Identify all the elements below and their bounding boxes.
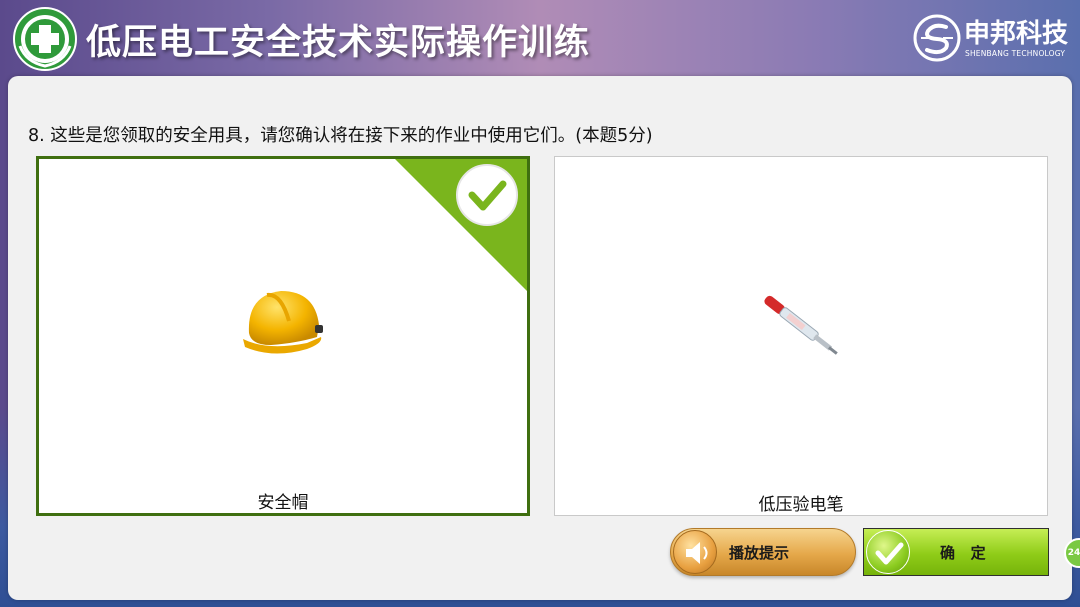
option-card-helmet[interactable]: 安全帽 xyxy=(36,156,530,516)
option-label-helmet: 安全帽 xyxy=(257,493,309,513)
play-hint-label: 播放提示 xyxy=(729,544,790,562)
confirm-button[interactable]: 确 定 xyxy=(863,528,1049,576)
selected-check-icon xyxy=(395,159,527,291)
voltage-tester-pen-image xyxy=(764,295,838,355)
safety-helmet-image xyxy=(243,291,323,354)
play-hint-button[interactable]: 播放提示 xyxy=(670,528,856,576)
question-panel: 8. 这些是您领取的安全用具，请您确认将在接下来的作业中使用它们。(本题5分) … xyxy=(8,76,1072,600)
check-icon xyxy=(866,530,910,574)
speaker-icon xyxy=(673,530,717,574)
confirm-label: 确 定 xyxy=(940,544,986,562)
app-header: 低压电工安全技术实际操作训练 申邦科技 SHENBANG TECHNOLOGY xyxy=(0,0,1080,78)
brand-s-logo-icon xyxy=(912,13,962,63)
brand-name: 申邦科技 xyxy=(964,19,1069,49)
option-label-voltage-tester: 低压验电笔 xyxy=(758,495,844,515)
app-title: 低压电工安全技术实际操作训练 xyxy=(86,22,591,63)
brand-subtitle: SHENBANG TECHNOLOGY xyxy=(965,49,1066,58)
option-card-voltage-tester[interactable]: 低压验电笔 xyxy=(554,156,1048,516)
question-text: 8. 这些是您领取的安全用具，请您确认将在接下来的作业中使用它们。(本题5分) xyxy=(28,126,653,146)
safety-cross-emblem-icon xyxy=(12,6,78,72)
brand-logo: 申邦科技 SHENBANG TECHNOLOGY xyxy=(912,10,1072,66)
